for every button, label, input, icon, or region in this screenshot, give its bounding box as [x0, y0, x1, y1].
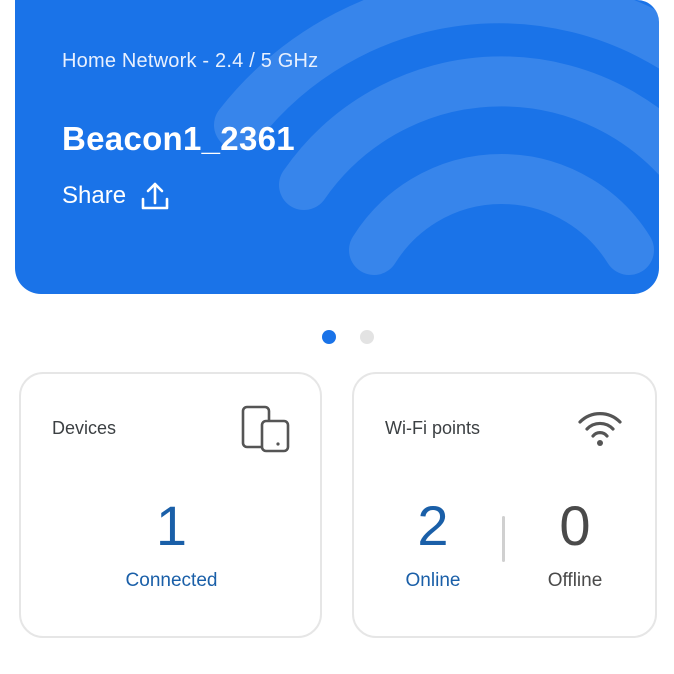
share-icon — [138, 179, 172, 213]
devices-title: Devices — [52, 418, 117, 438]
devices-connected-count: 1 — [155, 494, 188, 557]
share-button[interactable]: Share — [60, 177, 174, 215]
devices-icon — [240, 404, 292, 459]
wifi-offline-count: 0 — [559, 494, 591, 557]
wifi-points-title: Wi-Fi points — [385, 418, 481, 438]
devices-tile[interactable]: Devices 1 Connected — [19, 372, 322, 638]
wifi-points-tile[interactable]: Wi-Fi points 2 Online 0 Offline — [352, 372, 657, 638]
wifi-online-count: 2 — [417, 494, 449, 557]
pager-dot-2[interactable] — [360, 330, 374, 344]
devices-connected-label: Connected — [125, 570, 218, 591]
carousel-pager — [0, 330, 674, 344]
stat-divider — [502, 516, 505, 562]
network-card[interactable]: Home Network - 2.4 / 5 GHz Beacon1_2361 … — [15, 0, 659, 294]
pager-dot-1[interactable] — [322, 330, 336, 344]
network-band-label: Home Network - 2.4 / 5 GHz — [62, 50, 319, 72]
home-screen: Home Network - 2.4 / 5 GHz Beacon1_2361 … — [0, 0, 674, 674]
network-name: Beacon1_2361 — [62, 120, 295, 157]
share-label: Share — [62, 182, 127, 209]
wifi-online-label: Online — [405, 570, 461, 591]
wifi-icon — [577, 408, 623, 453]
wifi-offline-label: Offline — [547, 570, 603, 591]
